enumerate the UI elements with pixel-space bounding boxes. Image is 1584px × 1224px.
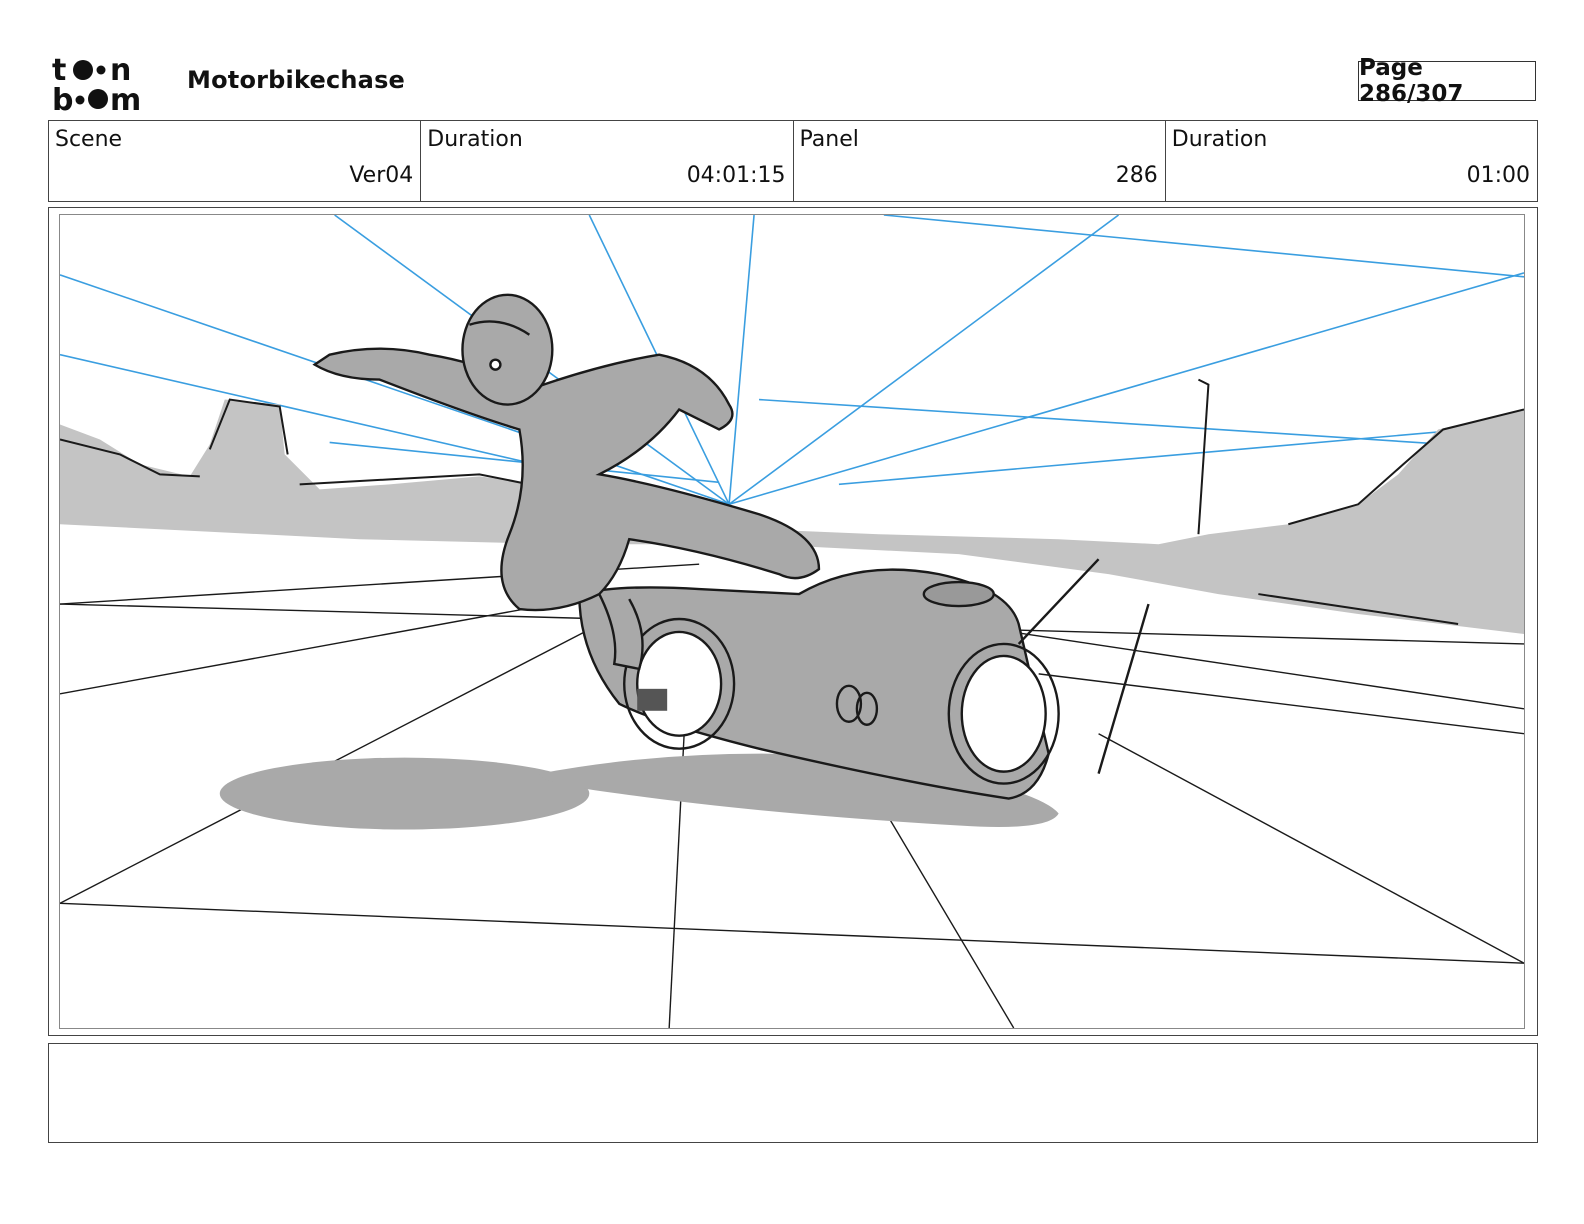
panel-cell: Panel 286	[794, 121, 1166, 201]
panel-notes-box	[48, 1043, 1538, 1143]
storyboard-panel-frame	[48, 207, 1538, 1036]
page-indicator: Page 286/307	[1358, 55, 1536, 107]
scene-duration-value: 04:01:15	[686, 163, 786, 188]
panel-value: 286	[1115, 163, 1158, 188]
svg-text:m: m	[110, 83, 141, 112]
panel-duration-value: 01:00	[1466, 163, 1530, 188]
scene-duration-cell: Duration 04:01:15	[421, 121, 794, 201]
svg-text:b: b	[52, 83, 73, 112]
scene-value: Ver04	[349, 163, 414, 188]
storyboard-panel-image	[59, 214, 1525, 1029]
scene-label: Scene	[55, 127, 123, 152]
panel-duration-label: Duration	[1171, 127, 1268, 152]
toonboom-logo: t n b m	[52, 53, 141, 112]
panel-duration-cell: Duration 01:00	[1166, 121, 1537, 201]
storyboard-sketch	[60, 215, 1524, 1028]
panel-info-row: Scene Ver04 Duration 04:01:15 Panel 286 …	[48, 120, 1538, 202]
panel-label: Panel	[799, 127, 859, 152]
project-title: Motorbikechase	[187, 66, 406, 94]
scene-cell: Scene Ver04	[49, 121, 422, 201]
scene-duration-label: Duration	[427, 127, 523, 152]
